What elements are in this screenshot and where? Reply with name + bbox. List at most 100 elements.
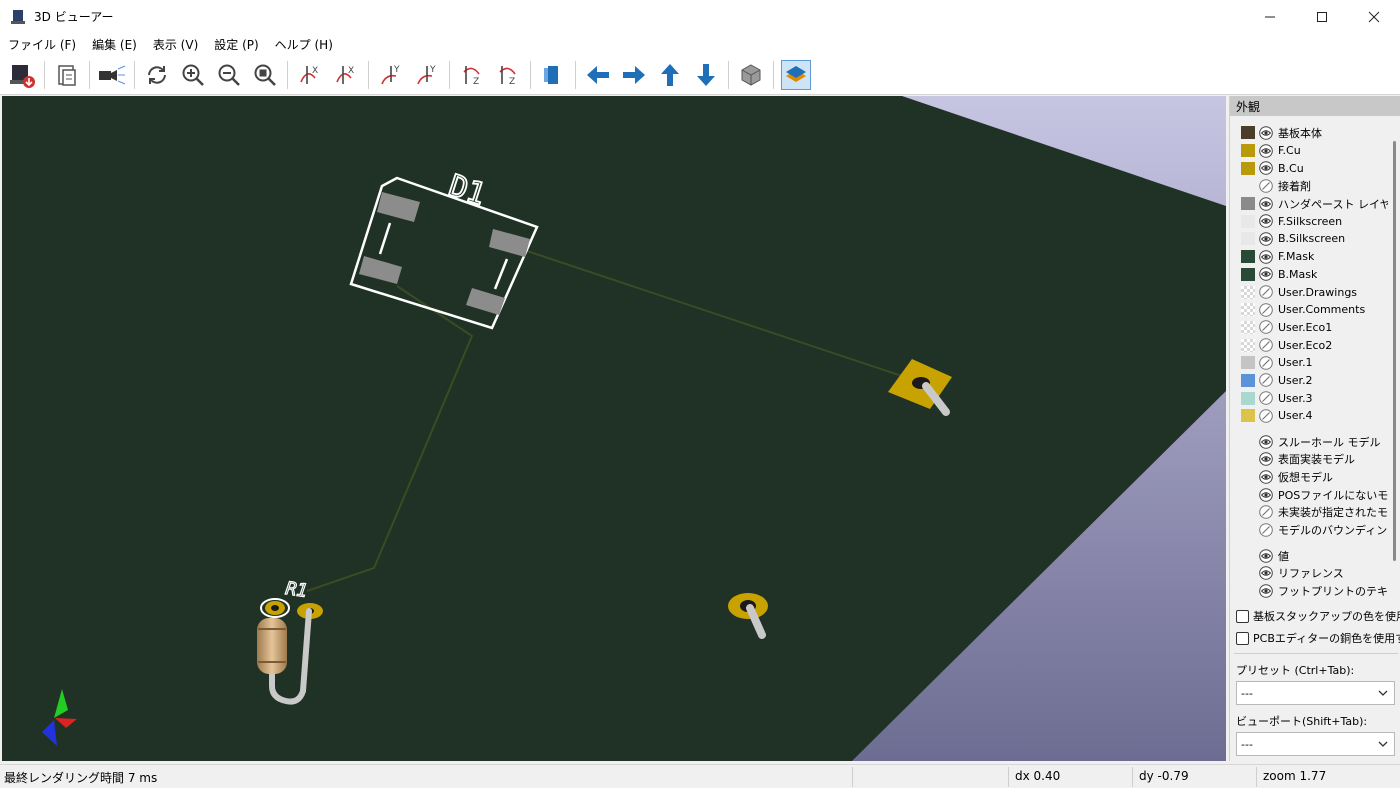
pan-left-button[interactable]: [583, 60, 613, 90]
raytrace-button[interactable]: [97, 60, 127, 90]
rotate-y-ccw-button[interactable]: Y: [412, 60, 442, 90]
eye-icon[interactable]: [1259, 161, 1273, 176]
menu-file[interactable]: ファイル (F): [0, 36, 84, 53]
layer-color-swatch[interactable]: [1241, 285, 1255, 299]
rotate-y-cw-button[interactable]: Y: [376, 60, 406, 90]
eye-icon[interactable]: [1259, 232, 1273, 246]
zoom-fit-button[interactable]: [250, 60, 280, 90]
hidden-icon[interactable]: [1259, 285, 1273, 299]
layer-color-swatch[interactable]: [1241, 232, 1255, 246]
rotate-x-cw-button[interactable]: X: [295, 60, 325, 90]
layer-row[interactable]: フットプリントのテキスト: [1230, 582, 1388, 600]
layer-row[interactable]: 接着剤: [1230, 177, 1388, 195]
layer-color-swatch[interactable]: [1241, 338, 1255, 352]
maximize-button[interactable]: [1296, 0, 1348, 33]
hidden-icon[interactable]: [1259, 523, 1273, 537]
zoom-in-button[interactable]: [178, 60, 208, 90]
layer-row[interactable]: User.Comments: [1230, 301, 1388, 319]
layer-row[interactable]: F.Silkscreen: [1230, 212, 1388, 230]
layer-row[interactable]: ハンダペースト レイヤー: [1230, 195, 1388, 213]
layer-color-swatch[interactable]: [1241, 214, 1255, 228]
use-stackup-colors-checkbox[interactable]: 基板スタックアップの色を使用: [1236, 608, 1400, 624]
eye-icon[interactable]: [1259, 249, 1273, 264]
layer-row[interactable]: F.Cu: [1230, 142, 1388, 160]
reload-button[interactable]: [142, 60, 172, 90]
hidden-icon[interactable]: [1259, 355, 1273, 370]
layer-row[interactable]: モデルのバウンディングボックス: [1230, 521, 1388, 539]
viewport-select[interactable]: ---: [1236, 732, 1395, 756]
use-pcb-copper-colors-checkbox[interactable]: PCBエディターの銅色を使用する: [1236, 630, 1400, 646]
minimize-button[interactable]: [1244, 0, 1296, 33]
close-button[interactable]: [1348, 0, 1400, 33]
layer-row[interactable]: B.Cu: [1230, 159, 1388, 177]
layer-color-swatch[interactable]: [1241, 356, 1255, 370]
menu-help[interactable]: ヘルプ (H): [267, 36, 341, 53]
layer-row[interactable]: User.4: [1230, 407, 1388, 425]
hidden-icon[interactable]: [1259, 505, 1273, 520]
layer-row[interactable]: POSファイルにないモデル: [1230, 486, 1388, 504]
checkbox[interactable]: [1236, 609, 1249, 623]
hidden-icon[interactable]: [1259, 302, 1273, 317]
eye-icon[interactable]: [1259, 452, 1273, 467]
export-image-button[interactable]: [7, 60, 37, 90]
layer-row[interactable]: 仮想モデル: [1230, 468, 1388, 486]
layer-row[interactable]: 値: [1230, 547, 1388, 565]
menu-preferences[interactable]: 設定 (P): [206, 36, 266, 53]
layer-row[interactable]: 未実装が指定されたモデル: [1230, 503, 1388, 521]
eye-icon[interactable]: [1259, 470, 1273, 484]
orthographic-button[interactable]: [736, 60, 766, 90]
layer-color-swatch[interactable]: [1241, 250, 1255, 264]
layer-row[interactable]: スルーホール モデル: [1230, 433, 1388, 451]
layer-row[interactable]: リファレンス: [1230, 565, 1388, 583]
menu-view[interactable]: 表示 (V): [145, 36, 206, 53]
layer-color-swatch[interactable]: [1241, 144, 1255, 158]
layer-color-swatch[interactable]: [1241, 197, 1255, 211]
eye-icon[interactable]: [1259, 487, 1273, 502]
eye-icon[interactable]: [1259, 126, 1273, 140]
eye-icon[interactable]: [1259, 584, 1273, 598]
preset-select[interactable]: ---: [1236, 681, 1395, 705]
layer-color-swatch[interactable]: [1241, 320, 1255, 334]
eye-icon[interactable]: [1259, 434, 1273, 449]
3d-viewport[interactable]: D1 R1: [2, 96, 1226, 761]
eye-icon[interactable]: [1259, 566, 1273, 581]
layer-color-swatch[interactable]: [1241, 303, 1255, 317]
copy-clipboard-button[interactable]: [52, 60, 82, 90]
rotate-x-ccw-button[interactable]: X: [331, 60, 361, 90]
layer-row[interactable]: User.Eco1: [1230, 319, 1388, 337]
layer-row[interactable]: User.3: [1230, 389, 1388, 407]
checkbox[interactable]: [1236, 631, 1249, 645]
menu-edit[interactable]: 編集 (E): [84, 36, 145, 53]
hidden-icon[interactable]: [1259, 373, 1273, 388]
layer-color-swatch[interactable]: [1241, 126, 1255, 140]
eye-icon[interactable]: [1259, 267, 1273, 282]
layer-color-swatch[interactable]: [1241, 409, 1255, 423]
layer-color-swatch[interactable]: [1241, 373, 1255, 387]
hidden-icon[interactable]: [1259, 409, 1273, 423]
eye-icon[interactable]: [1259, 143, 1273, 158]
hidden-icon[interactable]: [1259, 179, 1273, 193]
layer-row[interactable]: User.Drawings: [1230, 283, 1388, 301]
eye-icon[interactable]: [1259, 214, 1273, 229]
rotate-z-cw-button[interactable]: Z: [457, 60, 487, 90]
layer-row[interactable]: 表面実装モデル: [1230, 450, 1388, 468]
layer-row[interactable]: F.Mask: [1230, 248, 1388, 266]
rotate-z-ccw-button[interactable]: Z: [493, 60, 523, 90]
flip-board-button[interactable]: [538, 60, 568, 90]
layer-color-swatch[interactable]: [1241, 161, 1255, 175]
layer-row[interactable]: User.2: [1230, 372, 1388, 390]
hidden-icon[interactable]: [1259, 320, 1273, 335]
panel-scrollbar[interactable]: [1393, 141, 1396, 561]
pan-up-button[interactable]: [655, 60, 685, 90]
pan-right-button[interactable]: [619, 60, 649, 90]
layers-toggle-button[interactable]: [781, 59, 811, 90]
hidden-icon[interactable]: [1259, 338, 1273, 352]
hidden-icon[interactable]: [1259, 391, 1273, 405]
layer-row[interactable]: User.1: [1230, 354, 1388, 372]
eye-icon[interactable]: [1259, 196, 1273, 211]
layer-row[interactable]: User.Eco2: [1230, 336, 1388, 354]
layer-row[interactable]: B.Mask: [1230, 266, 1388, 284]
pan-down-button[interactable]: [691, 60, 721, 90]
zoom-out-button[interactable]: [214, 60, 244, 90]
layer-color-swatch[interactable]: [1241, 267, 1255, 281]
